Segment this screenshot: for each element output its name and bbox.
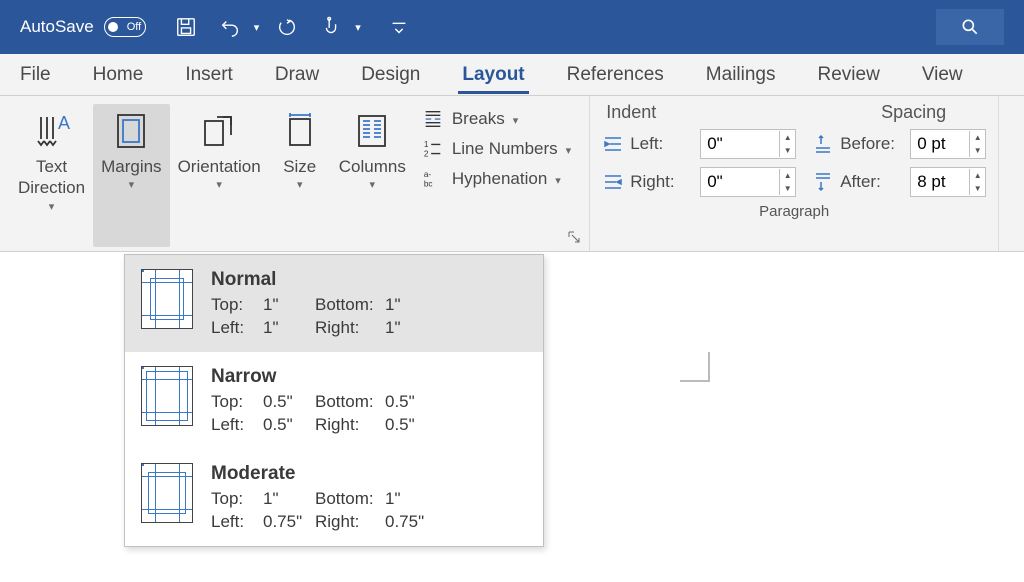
spinner-up-icon[interactable]: ▲ <box>780 131 795 144</box>
margins-dropdown: Normal Top:1" Bottom:1" Left:1" Right:1"… <box>124 254 544 547</box>
titlebar: AutoSave Off ▾ ▾ <box>0 0 1024 54</box>
chevron-down-icon: ▾ <box>555 174 561 187</box>
chevron-down-bar-icon <box>388 16 410 38</box>
touch-caret-icon[interactable]: ▾ <box>355 21 361 34</box>
dialog-launcher-icon <box>567 230 581 244</box>
spacing-heading: Spacing <box>881 102 946 123</box>
undo-button[interactable] <box>214 11 246 43</box>
margin-thumb-icon <box>141 366 193 426</box>
margin-option-title: Narrow <box>211 366 527 388</box>
spacing-before-label: Before: <box>840 134 904 154</box>
svg-text:A: A <box>58 113 70 133</box>
text-direction-button[interactable]: A TextDirection ▾ <box>10 104 93 247</box>
indent-left-label: Left: <box>630 134 694 154</box>
autosave-toggle[interactable]: Off <box>104 17 146 37</box>
paragraph-group-label: Paragraph <box>602 203 986 220</box>
tab-draw[interactable]: Draw <box>271 56 323 94</box>
svg-text:2: 2 <box>424 149 429 158</box>
spacing-before-icon <box>812 134 834 154</box>
chevron-down-icon: ▾ <box>370 179 376 193</box>
margin-option-narrow[interactable]: Narrow Top:0.5" Bottom:0.5" Left:0.5" Ri… <box>125 352 543 449</box>
indent-left-icon <box>602 134 624 154</box>
chevron-down-icon: ▾ <box>513 114 519 127</box>
search-button[interactable] <box>936 9 1004 45</box>
columns-button[interactable]: Columns ▾ <box>331 104 414 247</box>
autosave-label: AutoSave <box>20 17 94 37</box>
margin-option-normal[interactable]: Normal Top:1" Bottom:1" Left:1" Right:1" <box>125 255 543 352</box>
spinner-down-icon[interactable]: ▼ <box>970 144 985 157</box>
margin-option-title: Moderate <box>211 463 527 485</box>
ribbon: A TextDirection ▾ Margins ▾ Orientation … <box>0 96 1024 252</box>
svg-text:bc: bc <box>424 179 433 188</box>
svg-text:1: 1 <box>424 140 429 149</box>
columns-icon <box>352 111 392 151</box>
orientation-icon <box>199 111 239 151</box>
tab-design[interactable]: Design <box>357 56 424 94</box>
spinner-up-icon[interactable]: ▲ <box>970 169 985 182</box>
margin-option-moderate[interactable]: Moderate Top:1" Bottom:1" Left:0.75" Rig… <box>125 449 543 546</box>
repeat-icon <box>276 16 298 38</box>
tab-references[interactable]: References <box>563 56 668 94</box>
line-numbers-button[interactable]: 12 Line Numbers▾ <box>422 138 571 160</box>
tab-home[interactable]: Home <box>89 56 148 94</box>
spinner-down-icon[interactable]: ▼ <box>780 182 795 195</box>
ribbon-tabs: File Home Insert Draw Design Layout Refe… <box>0 54 1024 96</box>
indent-right-input[interactable]: ▲▼ <box>700 167 796 197</box>
autosave-control[interactable]: AutoSave Off <box>20 17 146 37</box>
search-icon <box>960 17 980 37</box>
tab-view[interactable]: View <box>918 56 967 94</box>
chevron-down-icon: ▾ <box>566 144 572 157</box>
spacing-after-input[interactable]: ▲▼ <box>910 167 986 197</box>
tab-insert[interactable]: Insert <box>181 56 237 94</box>
save-button[interactable] <box>170 11 202 43</box>
size-button[interactable]: Size ▾ <box>269 104 331 247</box>
spinner-down-icon[interactable]: ▼ <box>780 144 795 157</box>
page-setup-group: A TextDirection ▾ Margins ▾ Orientation … <box>0 96 590 251</box>
indent-left-input[interactable]: ▲▼ <box>700 129 796 159</box>
save-icon <box>175 16 197 38</box>
indent-right-icon <box>602 172 624 192</box>
line-numbers-icon: 12 <box>422 138 444 160</box>
indent-heading: Indent <box>606 102 656 123</box>
undo-caret-icon[interactable]: ▾ <box>254 21 260 34</box>
chevron-down-icon: ▾ <box>129 179 135 193</box>
svg-text:a-: a- <box>424 170 432 179</box>
tab-review[interactable]: Review <box>814 56 884 94</box>
undo-icon <box>219 16 241 38</box>
tab-layout[interactable]: Layout <box>458 56 528 94</box>
spinner-up-icon[interactable]: ▲ <box>780 169 795 182</box>
orientation-button[interactable]: Orientation ▾ <box>170 104 269 247</box>
spinner-up-icon[interactable]: ▲ <box>970 131 985 144</box>
tab-file[interactable]: File <box>16 56 55 94</box>
indent-right-label: Right: <box>630 172 694 192</box>
touch-icon <box>320 16 342 38</box>
margin-thumb-icon <box>141 269 193 329</box>
text-direction-icon: A <box>32 111 72 151</box>
spacing-after-icon <box>812 172 834 192</box>
page-setup-dialog-launcher[interactable] <box>567 230 581 247</box>
margins-button[interactable]: Margins ▾ <box>93 104 169 247</box>
margin-option-title: Normal <box>211 269 527 291</box>
chevron-down-icon: ▾ <box>297 179 303 193</box>
breaks-button[interactable]: Breaks▾ <box>422 108 571 130</box>
page-setup-sublist: Breaks▾ 12 Line Numbers▾ a-bc Hyphenatio… <box>414 104 579 247</box>
spinner-down-icon[interactable]: ▼ <box>970 182 985 195</box>
tab-mailings[interactable]: Mailings <box>702 56 780 94</box>
margin-corner-mark <box>680 352 710 382</box>
hyphenation-icon: a-bc <box>422 168 444 190</box>
margins-icon <box>111 111 151 151</box>
touch-mode-button[interactable] <box>315 11 347 43</box>
margin-thumb-icon <box>141 463 193 523</box>
size-icon <box>280 111 320 151</box>
repeat-button[interactable] <box>271 11 303 43</box>
chevron-down-icon: ▾ <box>216 179 222 193</box>
spacing-before-input[interactable]: ▲▼ <box>910 129 986 159</box>
paragraph-group: Indent Spacing Left: ▲▼ Before: ▲▼ Right… <box>590 96 999 251</box>
chevron-down-icon: ▾ <box>49 201 55 215</box>
customize-qat-button[interactable] <box>383 11 415 43</box>
spacing-after-label: After: <box>840 172 904 192</box>
hyphenation-button[interactable]: a-bc Hyphenation▾ <box>422 168 571 190</box>
breaks-icon <box>422 108 444 130</box>
